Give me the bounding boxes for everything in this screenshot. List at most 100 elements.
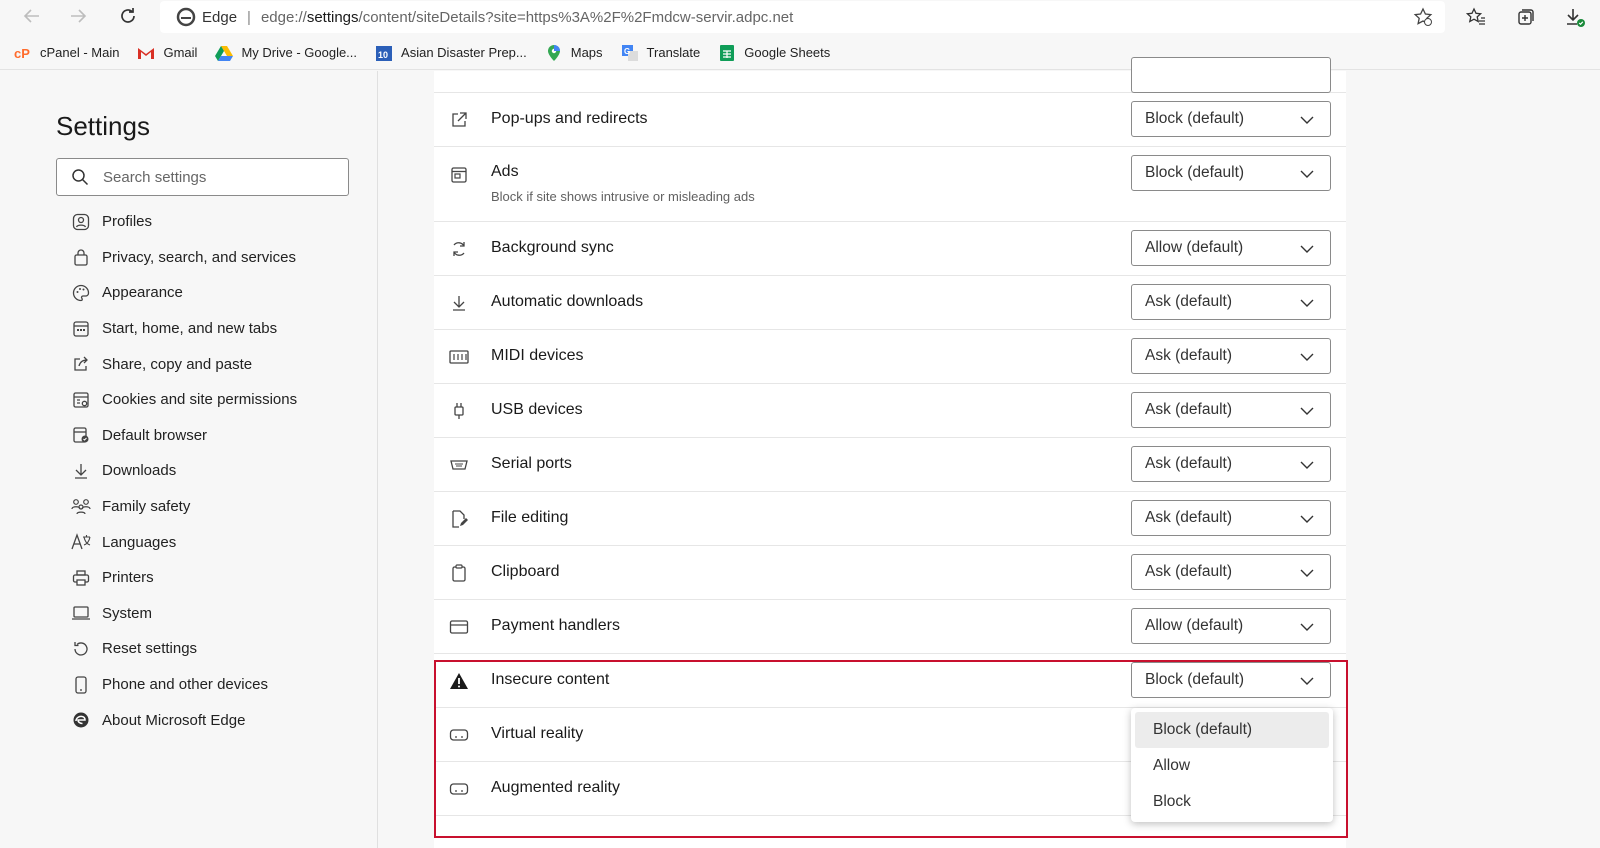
dropdown-option-block-default[interactable]: Block (default)	[1135, 712, 1329, 748]
popup-icon	[448, 109, 470, 131]
clipboard-select[interactable]: Ask (default)	[1131, 554, 1331, 590]
sidebar-item-label: Start, home, and new tabs	[102, 320, 278, 338]
permission-row-background-sync: Background sync Allow (default)	[434, 222, 1346, 276]
browser-toolbar: Edge | edge://settings/content/siteDetai…	[0, 0, 1600, 34]
sidebar-item-label: About Microsoft Edge	[102, 711, 246, 729]
sidebar-item-share[interactable]: Share, copy and paste	[56, 346, 297, 382]
insecure-content-dropdown: Block (default) Allow Block	[1131, 708, 1333, 822]
sidebar-item-about[interactable]: About Microsoft Edge	[56, 702, 297, 738]
warning-icon	[448, 670, 470, 692]
permission-label: File editing	[491, 509, 569, 526]
card-icon	[448, 616, 470, 638]
automatic-downloads-select[interactable]: Ask (default)	[1131, 284, 1331, 320]
background-sync-select[interactable]: Allow (default)	[1131, 230, 1331, 266]
permission-label: MIDI devices	[491, 347, 584, 364]
sidebar-item-default-browser[interactable]: Default browser	[56, 418, 297, 454]
sidebar-item-label: Languages	[102, 533, 177, 551]
bookmark-adpc[interactable]: 10 Asian Disaster Prep...	[375, 44, 527, 62]
forward-arrow-icon	[71, 9, 87, 23]
add-favorite-button[interactable]	[1413, 7, 1433, 31]
midi-select[interactable]: Ask (default)	[1131, 338, 1331, 374]
sidebar-item-label: Cookies and site permissions	[102, 391, 298, 409]
back-button[interactable]	[20, 4, 44, 28]
permission-label: Automatic downloads	[491, 293, 644, 310]
downloads-button[interactable]	[1562, 4, 1588, 30]
permission-label: USB devices	[491, 401, 583, 418]
sidebar-item-appearance[interactable]: Appearance	[56, 275, 297, 311]
permission-select-partial[interactable]	[1131, 57, 1331, 93]
sidebar-item-printers[interactable]: Printers	[56, 560, 297, 596]
star-add-icon	[1413, 7, 1433, 26]
search-input[interactable]: Search settings	[56, 158, 349, 196]
bookmark-label: Google Sheets	[744, 45, 831, 60]
usb-select[interactable]: Ask (default)	[1131, 392, 1331, 428]
gmail-icon	[137, 44, 155, 62]
sidebar-item-privacy[interactable]: Privacy, search, and services	[56, 240, 297, 276]
url-text: edge://settings/content/siteDetails?site…	[260, 8, 794, 26]
collections-icon	[1518, 9, 1534, 25]
bookmark-drive[interactable]: My Drive - Google...	[215, 44, 357, 62]
sidebar-item-label: Share, copy and paste	[102, 355, 253, 373]
share-icon	[70, 353, 92, 375]
permission-description: Block if site shows intrusive or mislead…	[491, 189, 755, 204]
permission-label: Serial ports	[491, 455, 572, 472]
sidebar-item-label: Printers	[102, 569, 154, 587]
refresh-button[interactable]	[116, 4, 140, 28]
dropdown-option-allow[interactable]: Allow	[1135, 748, 1329, 784]
download-icon	[448, 292, 470, 314]
calendar-icon: 10	[375, 44, 393, 62]
dropdown-option-block[interactable]: Block	[1135, 784, 1329, 820]
usb-icon	[448, 400, 470, 422]
home-tabs-icon	[70, 318, 92, 340]
insecure-content-select[interactable]: Block (default)	[1131, 662, 1331, 698]
collections-button[interactable]	[1513, 4, 1539, 30]
sidebar-item-phone[interactable]: Phone and other devices	[56, 667, 297, 703]
popups-select[interactable]: Block (default)	[1131, 101, 1331, 137]
bookmark-label: cPanel - Main	[40, 45, 120, 60]
sidebar-item-reset[interactable]: Reset settings	[56, 631, 297, 667]
ads-select[interactable]: Block (default)	[1131, 155, 1331, 191]
sidebar-item-languages[interactable]: Languages	[56, 524, 297, 560]
ads-icon	[448, 164, 470, 186]
bookmark-maps[interactable]: Maps	[545, 44, 603, 62]
bookmark-gmail[interactable]: Gmail	[137, 44, 197, 62]
permission-row-midi: MIDI devices Ask (default)	[434, 330, 1346, 384]
forward-button[interactable]	[66, 4, 90, 28]
bookmark-label: Asian Disaster Prep...	[401, 45, 527, 60]
sidebar-item-profiles[interactable]: Profiles	[56, 204, 297, 240]
chevron-down-icon	[1300, 515, 1314, 523]
chevron-down-icon	[1300, 116, 1314, 124]
sidebar-item-label: Reset settings	[102, 640, 198, 658]
profile-icon	[70, 211, 92, 233]
sidebar-item-downloads[interactable]: Downloads	[56, 453, 297, 489]
serial-ports-select[interactable]: Ask (default)	[1131, 446, 1331, 482]
file-edit-icon	[448, 508, 470, 530]
sidebar-item-family-safety[interactable]: Family safety	[56, 489, 297, 525]
payment-handlers-select[interactable]: Allow (default)	[1131, 608, 1331, 644]
favorites-button[interactable]	[1463, 4, 1489, 30]
permission-row-ads: Ads Block if site shows intrusive or mis…	[434, 147, 1346, 222]
permission-row-payment-handlers: Payment handlers Allow (default)	[434, 600, 1346, 654]
clipboard-icon	[448, 562, 470, 584]
bookmark-translate[interactable]: G Translate	[621, 44, 700, 62]
sidebar-item-label: System	[102, 604, 153, 622]
default-browser-icon	[70, 424, 92, 446]
settings-sidebar: Settings Search settings Profiles Privac…	[0, 71, 378, 848]
edge-logo-icon	[176, 7, 196, 27]
sidebar-item-label: Profiles	[102, 213, 153, 231]
sync-icon	[448, 238, 470, 260]
sidebar-item-start-home[interactable]: Start, home, and new tabs	[56, 311, 297, 347]
permission-label: Pop-ups and redirects	[491, 110, 648, 127]
file-editing-select[interactable]: Ask (default)	[1131, 500, 1331, 536]
bookmark-cpanel[interactable]: cP cPanel - Main	[14, 44, 119, 62]
bookmark-sheets[interactable]: Google Sheets	[718, 44, 830, 62]
permission-row-insecure-content: Insecure content Block (default)	[434, 654, 1346, 708]
sidebar-item-system[interactable]: System	[56, 596, 297, 632]
address-separator: |	[247, 8, 251, 26]
address-bar[interactable]: Edge | edge://settings/content/siteDetai…	[160, 1, 1445, 33]
permission-label: Insecure content	[491, 671, 610, 688]
svg-text:10: 10	[378, 50, 388, 60]
chevron-down-icon	[1300, 353, 1314, 361]
permission-label: Payment handlers	[491, 617, 620, 634]
sidebar-item-cookies[interactable]: Cookies and site permissions	[56, 382, 297, 418]
